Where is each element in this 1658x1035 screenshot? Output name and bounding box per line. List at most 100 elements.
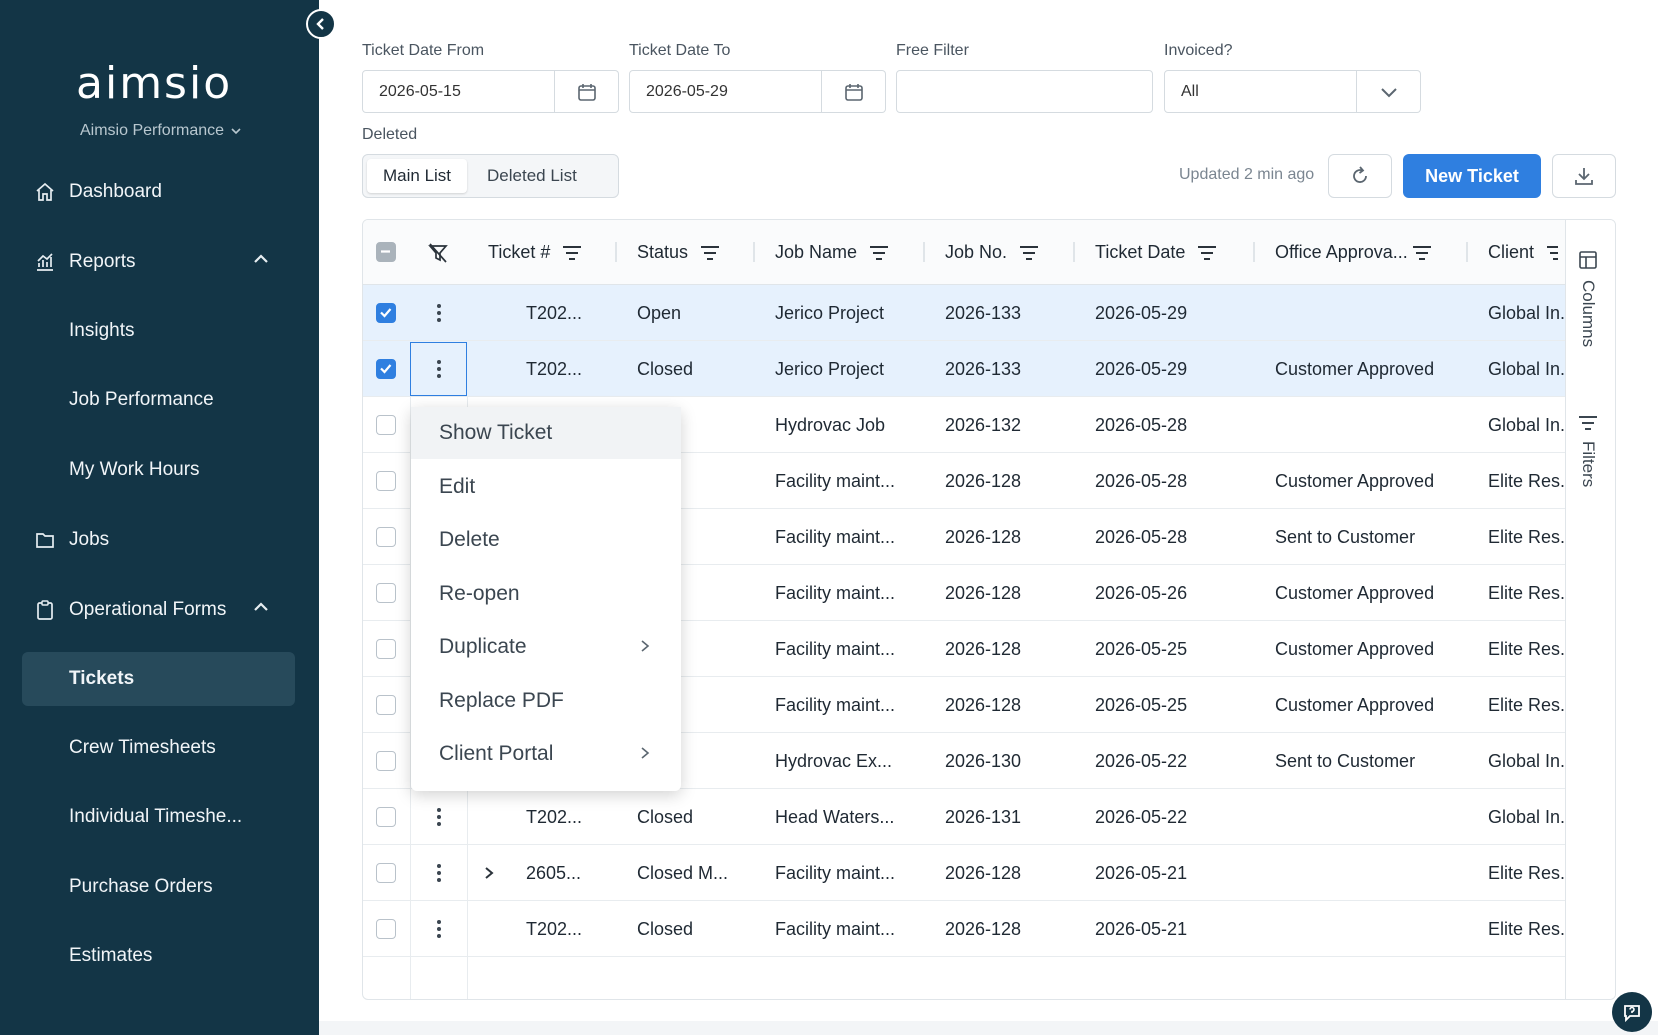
chevron-up-icon[interactable]	[252, 250, 270, 274]
date-from-input[interactable]: 2026-05-15	[362, 70, 555, 113]
menu-delete[interactable]: Delete	[411, 514, 681, 566]
row-checkbox[interactable]	[376, 415, 396, 435]
columns-tab[interactable]: Columns	[1578, 250, 1598, 347]
row-actions-button[interactable]	[410, 901, 467, 957]
row-checkbox[interactable]	[376, 303, 396, 323]
nav-purchase-orders[interactable]: Purchase Orders	[0, 860, 319, 914]
cell-client: Global In...	[1488, 358, 1565, 379]
filters-tab[interactable]: Filters	[1578, 415, 1598, 487]
select-all-checkbox[interactable]	[376, 242, 396, 262]
nav-reports[interactable]: Reports	[0, 235, 319, 289]
nav-tickets[interactable]: Tickets	[22, 652, 295, 706]
date-to-input[interactable]: 2026-05-29	[629, 70, 822, 113]
nav-crew-timesheets[interactable]: Crew Timesheets	[0, 721, 319, 775]
row-checkbox[interactable]	[376, 695, 396, 715]
filters-tab-label: Filters	[1579, 441, 1598, 488]
cell-ticket: T202...	[526, 358, 583, 379]
filter-off-icon	[428, 242, 448, 263]
free-filter-label: Free Filter	[896, 42, 969, 59]
bottom-bar	[319, 1021, 1658, 1035]
aimsio-logo[interactable]: aimsio	[76, 58, 232, 109]
nav-my-work-hours[interactable]: My Work Hours	[0, 443, 319, 497]
date-from-calendar-button[interactable]	[555, 70, 619, 113]
expand-row-button[interactable]	[483, 845, 503, 901]
free-filter-input[interactable]	[896, 70, 1153, 113]
row-actions-button[interactable]	[410, 285, 467, 341]
refresh-button[interactable]	[1328, 154, 1392, 198]
row-checkbox[interactable]	[376, 751, 396, 771]
menu-replace-pdf[interactable]: Replace PDF	[411, 675, 681, 727]
row-actions-button[interactable]	[410, 845, 467, 901]
deleted-list-tab[interactable]: Deleted List	[471, 159, 593, 193]
invoiced-value: All	[1181, 82, 1199, 100]
cell-job-name: Facility maint...	[775, 694, 896, 715]
header-status[interactable]: Status	[637, 220, 720, 285]
header-ticket-date[interactable]: Ticket Date	[1095, 220, 1217, 285]
filter-icon[interactable]	[1019, 245, 1039, 261]
invoiced-dropdown-button[interactable]	[1357, 70, 1421, 113]
row-checkbox[interactable]	[376, 527, 396, 547]
nav-insights[interactable]: Insights	[0, 304, 319, 358]
new-ticket-button[interactable]: New Ticket	[1403, 154, 1541, 198]
header-status-label: Status	[637, 242, 689, 262]
menu-client-portal[interactable]: Client Portal	[411, 728, 681, 780]
nav-operational-forms[interactable]: Operational Forms	[0, 583, 319, 637]
main-list-tab[interactable]: Main List	[367, 159, 468, 193]
cell-job-name: Jerico Project	[775, 302, 885, 323]
nav-individual-timesheets[interactable]: Individual Timeshe...	[0, 790, 319, 844]
table-row[interactable]: T202... Closed Facility maint... 2026-128 20…	[363, 901, 1565, 957]
menu-reopen[interactable]: Re-open	[411, 568, 681, 620]
filter-icon[interactable]	[1197, 245, 1217, 261]
row-actions-button[interactable]	[410, 342, 467, 396]
cell-status: Closed M...	[637, 862, 729, 883]
table-row[interactable]: T202... Closed Jerico Project 2026-133 2026-…	[363, 341, 1565, 397]
table-row[interactable]: T202... Closed Head Waters... 2026-131 2026-…	[363, 789, 1565, 845]
row-checkbox[interactable]	[376, 807, 396, 827]
filter-icon[interactable]	[1546, 245, 1559, 261]
row-checkbox[interactable]	[376, 863, 396, 883]
nav-estimates[interactable]: Estimates	[0, 929, 319, 983]
clear-filters-button[interactable]	[427, 220, 457, 285]
row-checkbox[interactable]	[376, 583, 396, 603]
row-checkbox[interactable]	[376, 919, 396, 939]
filter-icon[interactable]	[700, 245, 720, 261]
filter-icon[interactable]	[562, 245, 582, 261]
menu-edit[interactable]: Edit	[411, 461, 681, 513]
menu-show-ticket[interactable]: Show Ticket	[411, 407, 681, 459]
chevron-up-icon[interactable]	[252, 598, 270, 622]
nav-tickets-label: Tickets	[69, 668, 135, 689]
row-checkbox[interactable]	[376, 471, 396, 491]
cell-office-approval	[1275, 397, 1465, 453]
header-office-approval[interactable]: Office Approva...	[1275, 220, 1432, 285]
columns-icon	[1579, 251, 1597, 269]
invoiced-select[interactable]: All	[1164, 70, 1357, 113]
nav-jobs[interactable]: Jobs	[0, 513, 319, 567]
filter-icon[interactable]	[1412, 245, 1432, 261]
help-button[interactable]	[1612, 992, 1652, 1032]
cell-client: Elite Res...	[1488, 918, 1565, 939]
date-to-calendar-button[interactable]	[822, 70, 886, 113]
org-switcher[interactable]: Aimsio Performance	[80, 122, 242, 140]
header-job-no[interactable]: Job No.	[945, 220, 1039, 285]
nav-dashboard[interactable]: Dashboard	[0, 165, 319, 219]
collapse-sidebar-button[interactable]	[306, 9, 336, 39]
row-actions-button[interactable]	[410, 789, 467, 845]
check-icon	[380, 364, 392, 374]
header-office-approval-label: Office Approva...	[1275, 242, 1408, 262]
nav-job-performance[interactable]: Job Performance	[0, 373, 319, 427]
table-row[interactable]: 2605... Closed M... Facility maint... 2026-…	[363, 845, 1565, 901]
menu-duplicate[interactable]: Duplicate	[411, 621, 681, 673]
cell-office-approval: Customer Approved	[1275, 470, 1435, 491]
table-row[interactable]: T202... Open Jerico Project 2026-133 2026-05…	[363, 285, 1565, 341]
header-job-name[interactable]: Job Name	[775, 220, 889, 285]
nav-crew-timesheets-label: Crew Timesheets	[69, 737, 216, 758]
row-context-menu: Show Ticket Edit Delete Re-open Duplicat…	[411, 407, 681, 791]
download-button[interactable]	[1552, 154, 1616, 198]
filter-icon[interactable]	[869, 245, 889, 261]
cell-job-name: Jerico Project	[775, 358, 885, 379]
cell-job-name: Facility maint...	[775, 918, 896, 939]
header-client[interactable]: Client	[1488, 220, 1559, 285]
row-checkbox[interactable]	[376, 639, 396, 659]
header-ticket[interactable]: Ticket #	[488, 220, 582, 285]
row-checkbox[interactable]	[376, 359, 396, 379]
